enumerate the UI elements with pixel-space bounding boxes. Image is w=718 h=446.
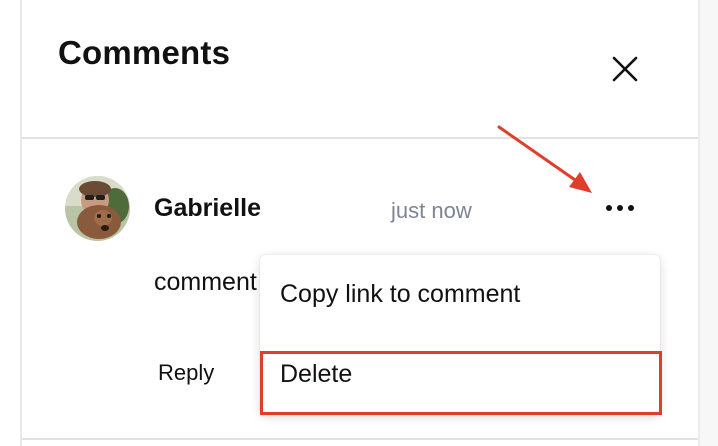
comment-body: comment [154,268,257,296]
avatar [65,176,130,241]
reply-button[interactable]: Reply [158,360,214,386]
more-options-button[interactable] [596,194,644,222]
close-button[interactable] [605,50,645,90]
comment-divider [22,438,698,440]
menu-item-copy-link[interactable]: Copy link to comment [280,280,520,309]
comment-timestamp: just now [391,198,472,223]
close-icon [612,56,638,82]
comment-author: Gabrielle [154,194,261,222]
menu-item-delete[interactable]: Delete [280,360,352,389]
avatar-photo [65,176,130,241]
comment-options-menu: Copy link to comment Delete [260,255,660,415]
panel-left-border [20,0,22,446]
panel-title: Comments [58,34,231,71]
background-edge [700,0,718,446]
header-divider [22,137,698,139]
more-horizontal-icon [606,205,634,211]
